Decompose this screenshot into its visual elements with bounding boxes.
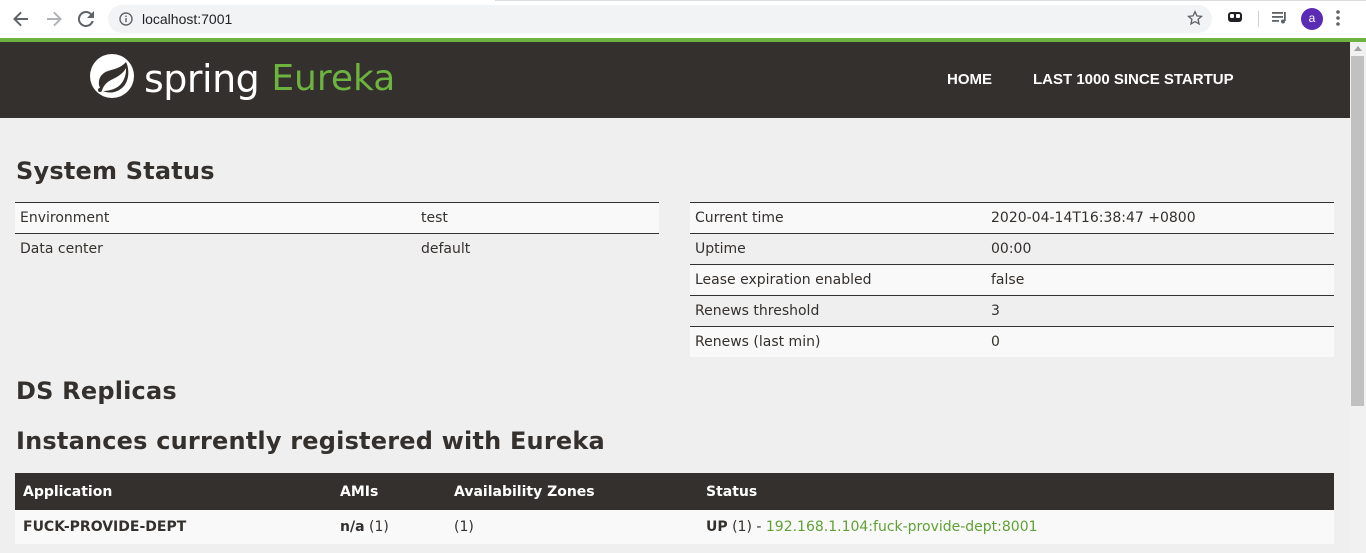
nav-home-link[interactable]: HOME	[947, 71, 992, 88]
instances-header-row: Application AMIs Availability Zones Stat…	[15, 473, 1334, 510]
address-bar[interactable]: localhost:7001	[108, 5, 1212, 33]
active-tab-edge	[0, 0, 495, 1]
status-table-left: Environment test Data center default	[15, 202, 659, 264]
status-value: false	[986, 264, 1334, 296]
column-header-application: Application	[15, 473, 332, 510]
amis-value: n/a	[340, 519, 365, 535]
status-label: Uptime	[690, 233, 986, 265]
status-value: 2020-04-14T16:38:47 +0800	[986, 202, 1334, 234]
status-table-right: Current time 2020-04-14T16:38:47 +0800 U…	[690, 202, 1334, 357]
instances-heading: Instances currently registered with Eure…	[16, 427, 605, 455]
toolbar-divider	[1258, 11, 1259, 27]
status-label: Environment	[15, 202, 416, 234]
status-row-current-time: Current time 2020-04-14T16:38:47 +0800	[690, 202, 1334, 234]
instance-link[interactable]: 192.168.1.104:fuck-provide-dept:8001	[766, 519, 1038, 535]
status-row-data-center: Data center default	[15, 233, 659, 264]
scroll-up-arrow-icon[interactable]	[1354, 46, 1362, 51]
status-label: Renews (last min)	[690, 326, 986, 357]
nav-last-1000-link[interactable]: LAST 1000 SINCE STARTUP	[1033, 71, 1234, 88]
column-header-amis: AMIs	[332, 473, 446, 510]
amis-count: (1)	[364, 519, 389, 535]
navbar: spring Eureka HOME LAST 1000 SINCE START…	[0, 42, 1350, 118]
status-row-uptime: Uptime 00:00	[690, 233, 1334, 265]
ds-replicas-heading: DS Replicas	[16, 377, 177, 405]
application-name: FUCK-PROVIDE-DEPT	[15, 510, 332, 544]
back-icon[interactable]	[9, 7, 33, 31]
status-row-renews-last-min: Renews (last min) 0	[690, 326, 1334, 357]
extension-icon[interactable]	[1227, 9, 1243, 30]
url-text[interactable]: localhost:7001	[142, 11, 232, 27]
scrollbar-thumb[interactable]	[1351, 56, 1364, 406]
spring-leaf-icon	[89, 53, 135, 104]
status-value: default	[416, 233, 659, 264]
forward-icon[interactable]	[42, 7, 66, 31]
info-icon[interactable]	[119, 12, 133, 31]
amis-cell: n/a (1)	[332, 510, 446, 544]
page-content: spring Eureka HOME LAST 1000 SINCE START…	[0, 42, 1350, 553]
brand-eureka-text: Eureka	[271, 57, 396, 99]
zones-cell: (1)	[446, 510, 698, 544]
status-cell: UP (1) - 192.168.1.104:fuck-provide-dept…	[698, 510, 1334, 544]
brand-spring-text: spring	[144, 56, 260, 101]
avatar[interactable]: a	[1301, 8, 1323, 30]
status-row-lease-expiration: Lease expiration enabled false	[690, 264, 1334, 296]
table-row: FUCK-PROVIDE-DEPT n/a (1) (1) UP (1) - 1…	[15, 510, 1334, 544]
status-count: (1) -	[727, 519, 766, 535]
instances-table: Application AMIs Availability Zones Stat…	[15, 473, 1334, 544]
column-header-status: Status	[698, 473, 1334, 510]
status-label: Lease expiration enabled	[690, 264, 986, 296]
status-up: UP	[706, 519, 728, 535]
spring-eureka-logo[interactable]: spring Eureka	[89, 53, 395, 104]
reload-icon[interactable]	[74, 7, 98, 31]
status-label: Current time	[690, 202, 986, 234]
status-label: Data center	[15, 233, 416, 264]
star-icon[interactable]	[1186, 10, 1204, 31]
status-row-renews-threshold: Renews threshold 3	[690, 295, 1334, 327]
column-header-availability-zones: Availability Zones	[446, 473, 698, 510]
status-value: 00:00	[986, 233, 1334, 265]
status-row-environment: Environment test	[15, 202, 659, 234]
status-value: test	[416, 202, 659, 234]
media-queue-icon[interactable]	[1271, 9, 1289, 30]
browser-toolbar: localhost:7001 a	[0, 0, 1366, 38]
status-value: 3	[986, 295, 1334, 327]
status-value: 0	[986, 326, 1334, 357]
system-status-heading: System Status	[16, 157, 215, 185]
menu-icon[interactable]	[1336, 9, 1340, 32]
status-label: Renews threshold	[690, 295, 986, 327]
